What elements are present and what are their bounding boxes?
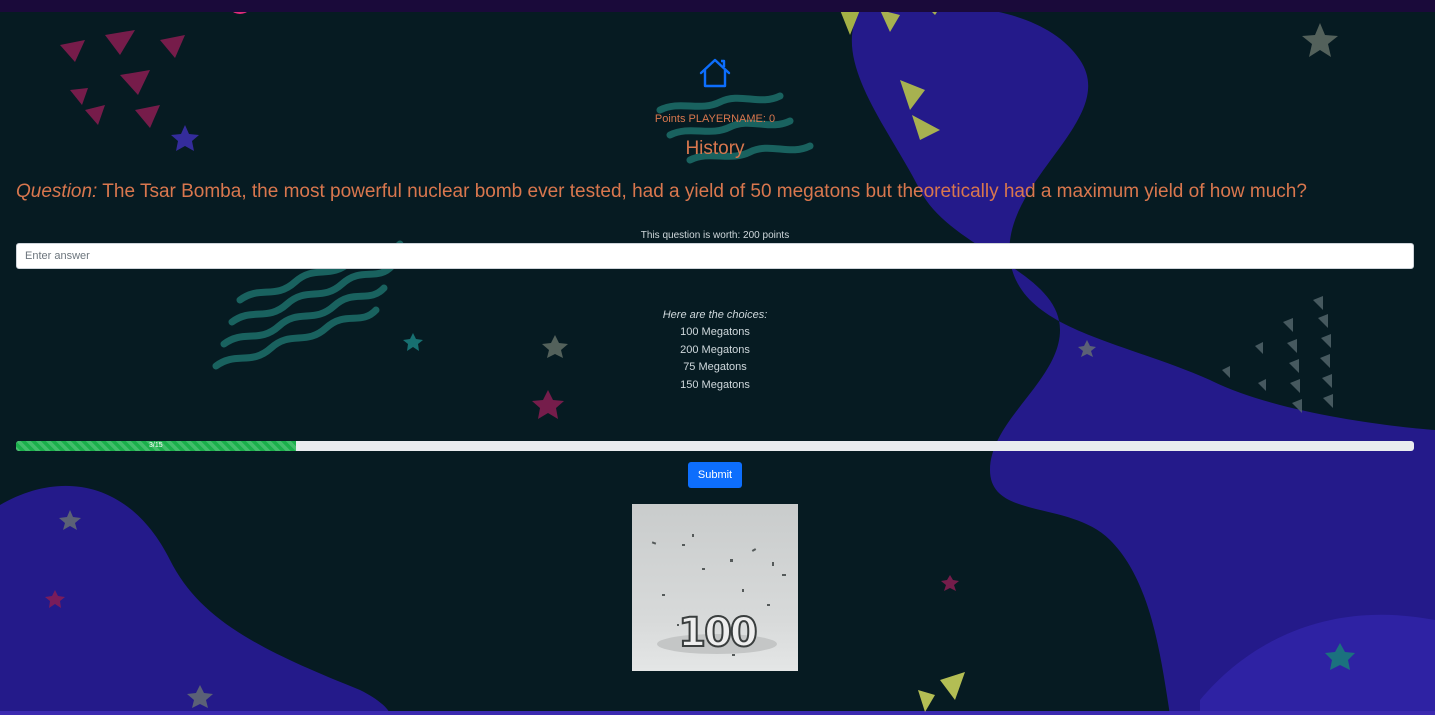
celebration-image: 100 — [632, 504, 798, 671]
progress-track: 3/15 — [16, 441, 1414, 451]
choice-item: 200 Megatons — [680, 343, 750, 356]
question-label: Question: — [16, 181, 98, 202]
player-points: Points PLAYERNAME: 0 — [654, 113, 776, 125]
house-icon — [699, 58, 731, 88]
choice-item: 150 Megatons — [680, 379, 750, 392]
choices-list: Here are the choices: 100 Megatons 200 M… — [0, 307, 1430, 395]
progress-fill: 3/15 — [16, 441, 296, 451]
home-link[interactable] — [697, 56, 733, 92]
answer-input[interactable] — [16, 243, 1414, 269]
choice-item: 75 Megatons — [683, 361, 747, 374]
question-worth: This question is worth: 200 points — [640, 230, 790, 241]
submit-button[interactable]: Submit — [688, 462, 742, 488]
quiz-page: Points PLAYERNAME: 0 History Question: T… — [0, 0, 1435, 715]
choice-item: 100 Megatons — [680, 326, 750, 338]
category-title: History — [685, 138, 745, 159]
question-body: The Tsar Bomba, the most powerful nuclea… — [102, 181, 1307, 202]
question-text: Question: The Tsar Bomba, the most power… — [16, 181, 1416, 203]
celebration-number: 100 — [678, 610, 756, 656]
choices-label: Here are the choices: — [662, 309, 768, 321]
